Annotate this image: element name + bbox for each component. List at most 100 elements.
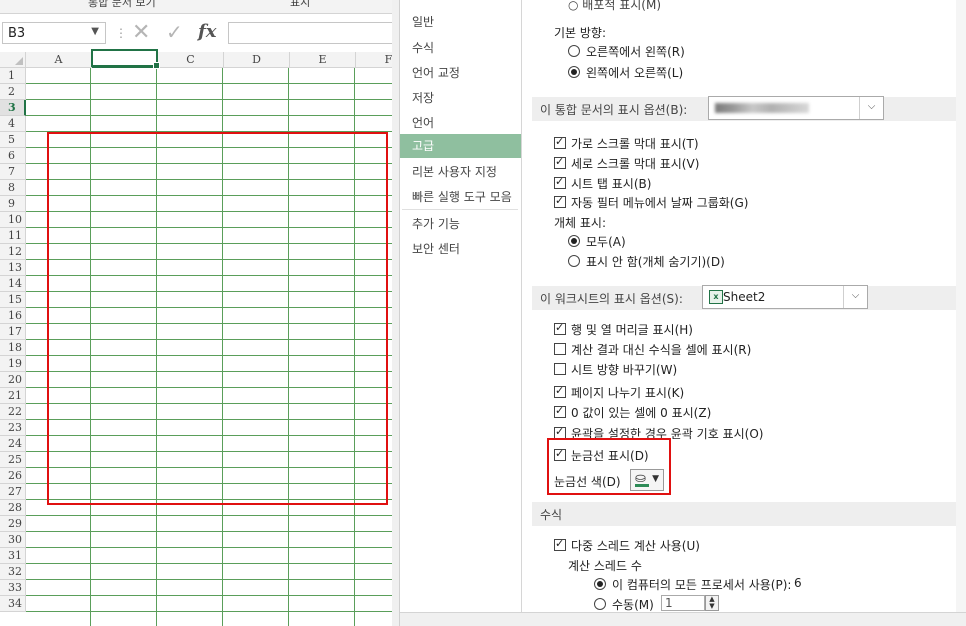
checkbox-zero-values[interactable] xyxy=(554,404,566,418)
row-header[interactable]: 11 xyxy=(0,228,26,244)
row-header[interactable]: 6 xyxy=(0,148,26,164)
row-header[interactable]: 25 xyxy=(0,452,26,468)
row-header[interactable]: 14 xyxy=(0,276,26,292)
nav-item-quick-access-toolbar[interactable]: 빠른 실행 도구 모음 xyxy=(400,185,521,209)
row-header[interactable]: 17 xyxy=(0,324,26,340)
nav-item-general[interactable]: 일반 xyxy=(400,10,521,34)
row-header[interactable]: 33 xyxy=(0,580,26,596)
chevron-down-icon[interactable]: ⌵ xyxy=(843,286,867,308)
select-all-corner[interactable] xyxy=(0,52,26,68)
thread-count-spinner-icon[interactable]: ▲ ▼ xyxy=(705,595,719,611)
row-header[interactable]: 16 xyxy=(0,308,26,324)
column-header-d[interactable]: D xyxy=(224,52,290,68)
row-header[interactable]: 26 xyxy=(0,468,26,484)
row-header[interactable]: 2 xyxy=(0,84,26,100)
name-box[interactable]: B3 ▼ xyxy=(2,22,106,44)
checkbox-show-formulas[interactable] xyxy=(554,343,566,355)
row-header[interactable]: 23 xyxy=(0,420,26,436)
column-header-e[interactable]: E xyxy=(290,52,356,68)
checkbox-right-to-left-sheet[interactable] xyxy=(554,363,566,375)
nav-item-add-ins[interactable]: 추가 기능 xyxy=(400,212,521,236)
row-header[interactable]: 9 xyxy=(0,196,26,212)
row-header[interactable]: 18 xyxy=(0,340,26,356)
nav-item-customize-ribbon[interactable]: 리본 사용자 지정 xyxy=(400,160,521,184)
checkbox-horizontal-scrollbar-label[interactable]: 가로 스크롤 막대 표시(T) xyxy=(571,135,699,152)
checkbox-show-formulas-label[interactable]: 계산 결과 대신 수식을 셀에 표시(R) xyxy=(571,341,751,358)
row-header[interactable]: 31 xyxy=(0,548,26,564)
radio-all-processors[interactable] xyxy=(594,578,606,590)
row-header[interactable]: 29 xyxy=(0,516,26,532)
row-header[interactable]: 27 xyxy=(0,484,26,500)
radio-right-to-left[interactable] xyxy=(568,45,580,57)
radio-manual-threads[interactable] xyxy=(594,598,606,610)
options-nav: 일반 수식 언어 교정 저장 언어 고급 리본 사용자 지정 빠른 실행 도구 … xyxy=(400,0,522,612)
checkbox-right-to-left-sheet-label[interactable]: 시트 방향 바꾸기(W) xyxy=(571,361,677,378)
cancel-icon[interactable]: ✕ xyxy=(132,20,150,45)
row-header[interactable]: 24 xyxy=(0,436,26,452)
row-header[interactable]: 13 xyxy=(0,260,26,276)
nav-item-proofing[interactable]: 언어 교정 xyxy=(400,61,521,85)
checkbox-group-dates-label[interactable]: 자동 필터 메뉴에서 날짜 그룹화(G) xyxy=(571,194,748,211)
row-header[interactable]: 4 xyxy=(0,116,26,132)
row-header[interactable]: 34 xyxy=(0,596,26,612)
worksheet-select[interactable]: x Sheet2 ⌵ xyxy=(702,285,868,309)
row-header[interactable]: 30 xyxy=(0,532,26,548)
radio-objects-none-label[interactable]: 표시 안 함(개체 숨기기)(D) xyxy=(586,253,725,270)
active-cell-b3[interactable] xyxy=(91,49,160,69)
radio-objects-all[interactable] xyxy=(568,235,580,247)
column-header-f[interactable]: F xyxy=(356,52,392,68)
row-header[interactable]: 28 xyxy=(0,500,26,516)
checkbox-vertical-scrollbar[interactable] xyxy=(554,155,566,169)
chevron-down-icon[interactable]: ⌵ xyxy=(859,97,883,119)
checkbox-group-dates[interactable] xyxy=(554,194,566,208)
row-header[interactable]: 32 xyxy=(0,564,26,580)
row-header[interactable]: 1 xyxy=(0,68,26,84)
row-header[interactable]: 20 xyxy=(0,372,26,388)
ribbon-label-show[interactable]: 표시 xyxy=(290,0,310,10)
row-header[interactable]: 7 xyxy=(0,164,26,180)
ribbon-label-workbook-view[interactable]: 통합 문서 보기 xyxy=(88,0,156,10)
radio-left-to-right[interactable] xyxy=(568,66,580,78)
checkbox-sheet-tabs-label[interactable]: 시트 탭 표시(B) xyxy=(571,175,651,192)
checkbox-page-breaks-label[interactable]: 페이지 나누기 표시(K) xyxy=(571,384,684,401)
row-header[interactable]: 8 xyxy=(0,180,26,196)
checkbox-vertical-scrollbar-label[interactable]: 세로 스크롤 막대 표시(V) xyxy=(571,155,699,172)
checkbox-horizontal-scrollbar[interactable] xyxy=(554,135,566,149)
nav-item-advanced[interactable]: 고급 xyxy=(400,134,521,158)
radio-objects-all-label[interactable]: 모두(A) xyxy=(586,233,626,250)
checkbox-page-breaks[interactable] xyxy=(554,384,566,398)
row-header[interactable]: 22 xyxy=(0,404,26,420)
radio-objects-none[interactable] xyxy=(568,255,580,267)
checkbox-sheet-tabs[interactable] xyxy=(554,175,566,189)
options-scrollbar[interactable] xyxy=(956,0,966,626)
checkbox-multithreaded[interactable] xyxy=(554,537,566,551)
manual-thread-count-input[interactable]: 1 xyxy=(661,595,705,611)
radio-left-to-right-label[interactable]: 왼쪽에서 오른쪽(L) xyxy=(586,64,683,81)
row-header[interactable]: 5 xyxy=(0,132,26,148)
nav-item-trust-center[interactable]: 보안 센터 xyxy=(400,237,521,261)
nav-item-save[interactable]: 저장 xyxy=(400,86,521,110)
nav-item-language[interactable]: 언어 xyxy=(400,111,521,135)
row-header[interactable]: 21 xyxy=(0,388,26,404)
row-header[interactable]: 10 xyxy=(0,212,26,228)
nav-item-formulas[interactable]: 수식 xyxy=(400,36,521,60)
enter-check-icon[interactable]: ✓ xyxy=(166,20,183,44)
column-header-a[interactable]: A xyxy=(26,52,92,68)
column-header-c[interactable]: C xyxy=(158,52,224,68)
workbook-select[interactable]: ⌵ xyxy=(708,96,884,120)
row-header[interactable]: 19 xyxy=(0,356,26,372)
gridlines-highlight-box xyxy=(47,132,388,505)
radio-manual-threads-label[interactable]: 수동(M) xyxy=(612,596,654,613)
chevron-down-icon[interactable]: ▼ xyxy=(91,26,99,37)
row-header-selected[interactable]: 3 xyxy=(0,100,26,116)
radio-all-processors-label[interactable]: 이 컴퓨터의 모든 프로세서 사용(P): xyxy=(612,576,791,593)
radio-right-to-left-label[interactable]: 오른쪽에서 왼쪽(R) xyxy=(586,43,685,60)
formula-input[interactable] xyxy=(228,22,392,44)
row-header[interactable]: 15 xyxy=(0,292,26,308)
checkbox-zero-values-label[interactable]: 0 값이 있는 셀에 0 표시(Z) xyxy=(571,404,711,421)
insert-function-icon[interactable]: fx xyxy=(198,21,216,42)
checkbox-multithreaded-label[interactable]: 다중 스레드 계산 사용(U) xyxy=(571,537,700,554)
row-header[interactable]: 12 xyxy=(0,244,26,260)
checkbox-row-col-headers[interactable] xyxy=(554,321,566,335)
checkbox-row-col-headers-label[interactable]: 행 및 열 머리글 표시(H) xyxy=(571,321,693,338)
